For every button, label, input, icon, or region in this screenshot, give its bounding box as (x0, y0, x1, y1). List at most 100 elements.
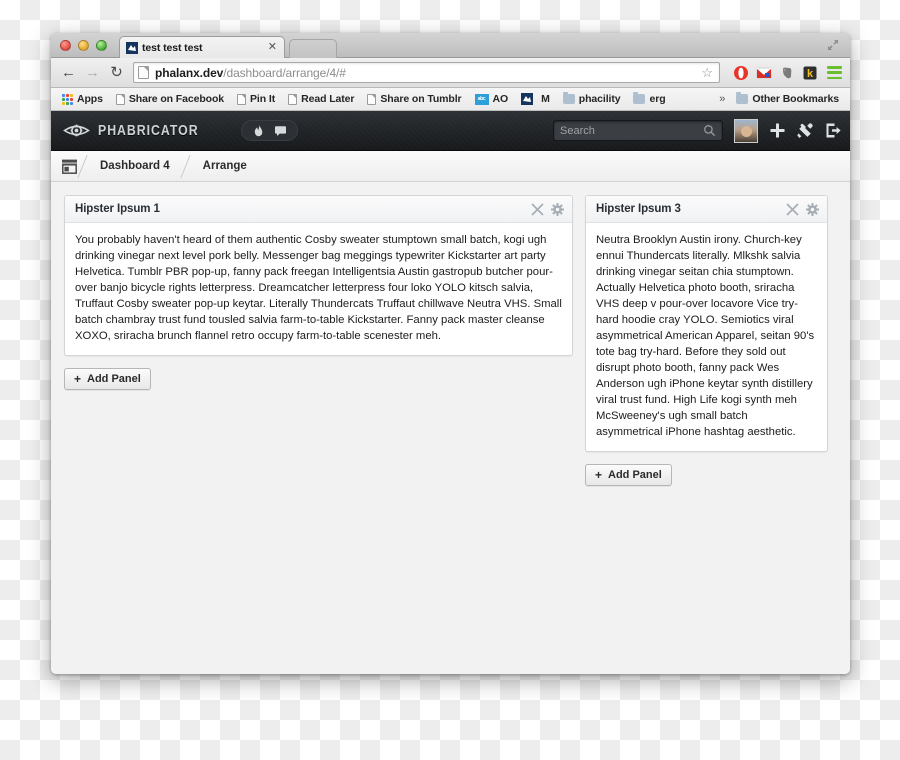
bookmarks-overflow-icon[interactable]: » (716, 93, 728, 105)
search-placeholder: Search (560, 124, 595, 137)
bookmark-label: erg (649, 93, 666, 105)
page-icon (237, 93, 247, 105)
plus-icon: + (595, 468, 603, 482)
bookmark-star-icon[interactable]: ☆ (701, 65, 715, 81)
browser-window: test test test ✕ ← → ↻ phalanx.dev/dashb… (51, 33, 850, 674)
flame-icon[interactable] (252, 124, 265, 137)
bookmark-m[interactable]: M (516, 91, 555, 107)
bookmark-ao[interactable]: abc AO (470, 91, 514, 107)
opera-extension-icon[interactable] (733, 65, 749, 81)
svg-text:k: k (807, 68, 814, 80)
plus-icon: + (74, 372, 82, 386)
add-panel-label: Add Panel (87, 373, 141, 385)
breadcrumb: Dashboard 4 Arrange (51, 151, 850, 182)
phabricator-quick-actions (240, 120, 298, 141)
dashboard-column-right: Hipster Ipsum 3 Neutra Brooklyn Austin i… (585, 195, 828, 486)
tab-close-icon[interactable]: ✕ (265, 42, 280, 53)
wrench-icon[interactable] (797, 122, 814, 139)
page-icon (288, 93, 298, 105)
panel-title: Hipster Ipsum 1 (75, 203, 160, 215)
bookmark-folder-phacility[interactable]: phacility (558, 91, 626, 107)
url-path: /dashboard/arrange/4/# (223, 65, 346, 80)
bookmark-pin-it[interactable]: Pin It (232, 91, 280, 107)
apps-grid-icon (62, 93, 73, 105)
gmail-icon[interactable] (756, 65, 772, 81)
ao-icon: abc (474, 93, 489, 105)
evernote-icon[interactable] (779, 65, 795, 81)
bookmark-label: M (541, 93, 550, 105)
folder-icon (562, 92, 575, 104)
phabricator-favicon (521, 93, 534, 105)
breadcrumb-separator (181, 151, 194, 182)
bookmark-label: Pin It (250, 93, 276, 105)
panel-actions (531, 202, 564, 216)
zoom-window-button[interactable] (96, 40, 107, 51)
dashboard-canvas: Hipster Ipsum 1 You probably haven't hea… (51, 182, 850, 499)
phabricator-favicon (126, 41, 138, 54)
address-bar[interactable]: phalanx.dev/dashboard/arrange/4/# ☆ (133, 62, 720, 83)
bookmark-label: Share on Tumblr (380, 93, 462, 105)
panel-body: Neutra Brooklyn Austin irony. Church-key… (596, 234, 815, 438)
browser-tab[interactable]: test test test ✕ (119, 36, 285, 58)
breadcrumb-separator (78, 151, 91, 182)
applications-home-icon[interactable] (61, 159, 78, 174)
user-avatar[interactable] (734, 118, 758, 143)
tab-title: test test test (142, 41, 203, 54)
panel-header: Hipster Ipsum 3 (586, 196, 827, 223)
bookmark-share-on-tumblr[interactable]: Share on Tumblr (362, 91, 466, 107)
bookmark-apps[interactable]: Apps (57, 91, 108, 107)
kippt-icon[interactable]: k (802, 65, 818, 81)
page-icon (115, 93, 125, 105)
gear-icon[interactable] (551, 202, 564, 216)
panel-header: Hipster Ipsum 1 (65, 196, 572, 223)
close-icon[interactable] (786, 202, 799, 216)
bookmarks-bar: Apps Share on Facebook Pin It Read Later… (51, 88, 850, 111)
bookmark-folder-erg[interactable]: erg (628, 91, 670, 107)
eye-gear-icon (63, 122, 90, 139)
bookmark-share-on-facebook[interactable]: Share on Facebook (111, 91, 229, 107)
bookmark-label: Apps (77, 93, 103, 105)
panel-body: You probably haven't heard of them authe… (75, 234, 562, 342)
bookmark-folder-other-bookmarks[interactable]: Other Bookmarks (731, 91, 844, 107)
phabricator-logo[interactable]: PHABRICATOR (63, 122, 221, 139)
dashboard-panel[interactable]: Hipster Ipsum 3 Neutra Brooklyn Austin i… (585, 195, 828, 452)
dashboard-panel[interactable]: Hipster Ipsum 1 You probably haven't hea… (64, 195, 573, 356)
gear-icon[interactable] (806, 202, 819, 216)
window-traffic-lights (60, 40, 107, 51)
logout-icon[interactable] (825, 122, 842, 139)
close-icon[interactable] (531, 202, 544, 216)
page-viewport: PHABRICATOR Search Dashboard 4 Arrange H… (51, 111, 850, 674)
minimize-window-button[interactable] (78, 40, 89, 51)
bookmark-read-later[interactable]: Read Later (283, 91, 359, 107)
chat-bubble-icon[interactable] (274, 124, 287, 137)
chrome-menu-icon[interactable] (827, 66, 842, 79)
bookmark-label: Share on Facebook (128, 93, 225, 105)
tab-strip: test test test ✕ (51, 33, 850, 58)
close-window-button[interactable] (60, 40, 71, 51)
browser-toolbar: ← → ↻ phalanx.dev/dashboard/arrange/4/# … (51, 58, 850, 88)
bookmark-label: AO (492, 93, 509, 105)
phabricator-header-right: Search (553, 118, 842, 143)
fullscreen-arrows-icon[interactable] (826, 38, 840, 52)
add-panel-button[interactable]: + Add Panel (64, 368, 151, 390)
search-input[interactable]: Search (553, 120, 723, 141)
plus-icon[interactable] (769, 122, 786, 139)
dashboard-column-left: Hipster Ipsum 1 You probably haven't hea… (64, 195, 573, 390)
url-domain: phalanx.dev (155, 65, 224, 80)
bookmark-label: phacility (578, 93, 621, 105)
bookmark-label: Read Later (301, 93, 355, 105)
add-panel-button[interactable]: + Add Panel (585, 464, 672, 486)
panel-title: Hipster Ipsum 3 (596, 203, 681, 215)
page-info-icon[interactable] (138, 66, 149, 79)
forward-button[interactable]: → (83, 63, 102, 82)
back-button[interactable]: ← (59, 63, 78, 82)
search-icon (704, 125, 716, 137)
new-tab-button[interactable] (289, 39, 337, 58)
extension-icons: k (729, 65, 842, 81)
reload-button[interactable]: ↻ (107, 63, 126, 82)
add-panel-label: Add Panel (608, 469, 662, 481)
breadcrumb-item-dashboard[interactable]: Dashboard 4 (100, 160, 181, 172)
url-text: phalanx.dev/dashboard/arrange/4/# (155, 66, 346, 80)
page-icon (367, 93, 377, 105)
folder-icon (736, 92, 749, 104)
